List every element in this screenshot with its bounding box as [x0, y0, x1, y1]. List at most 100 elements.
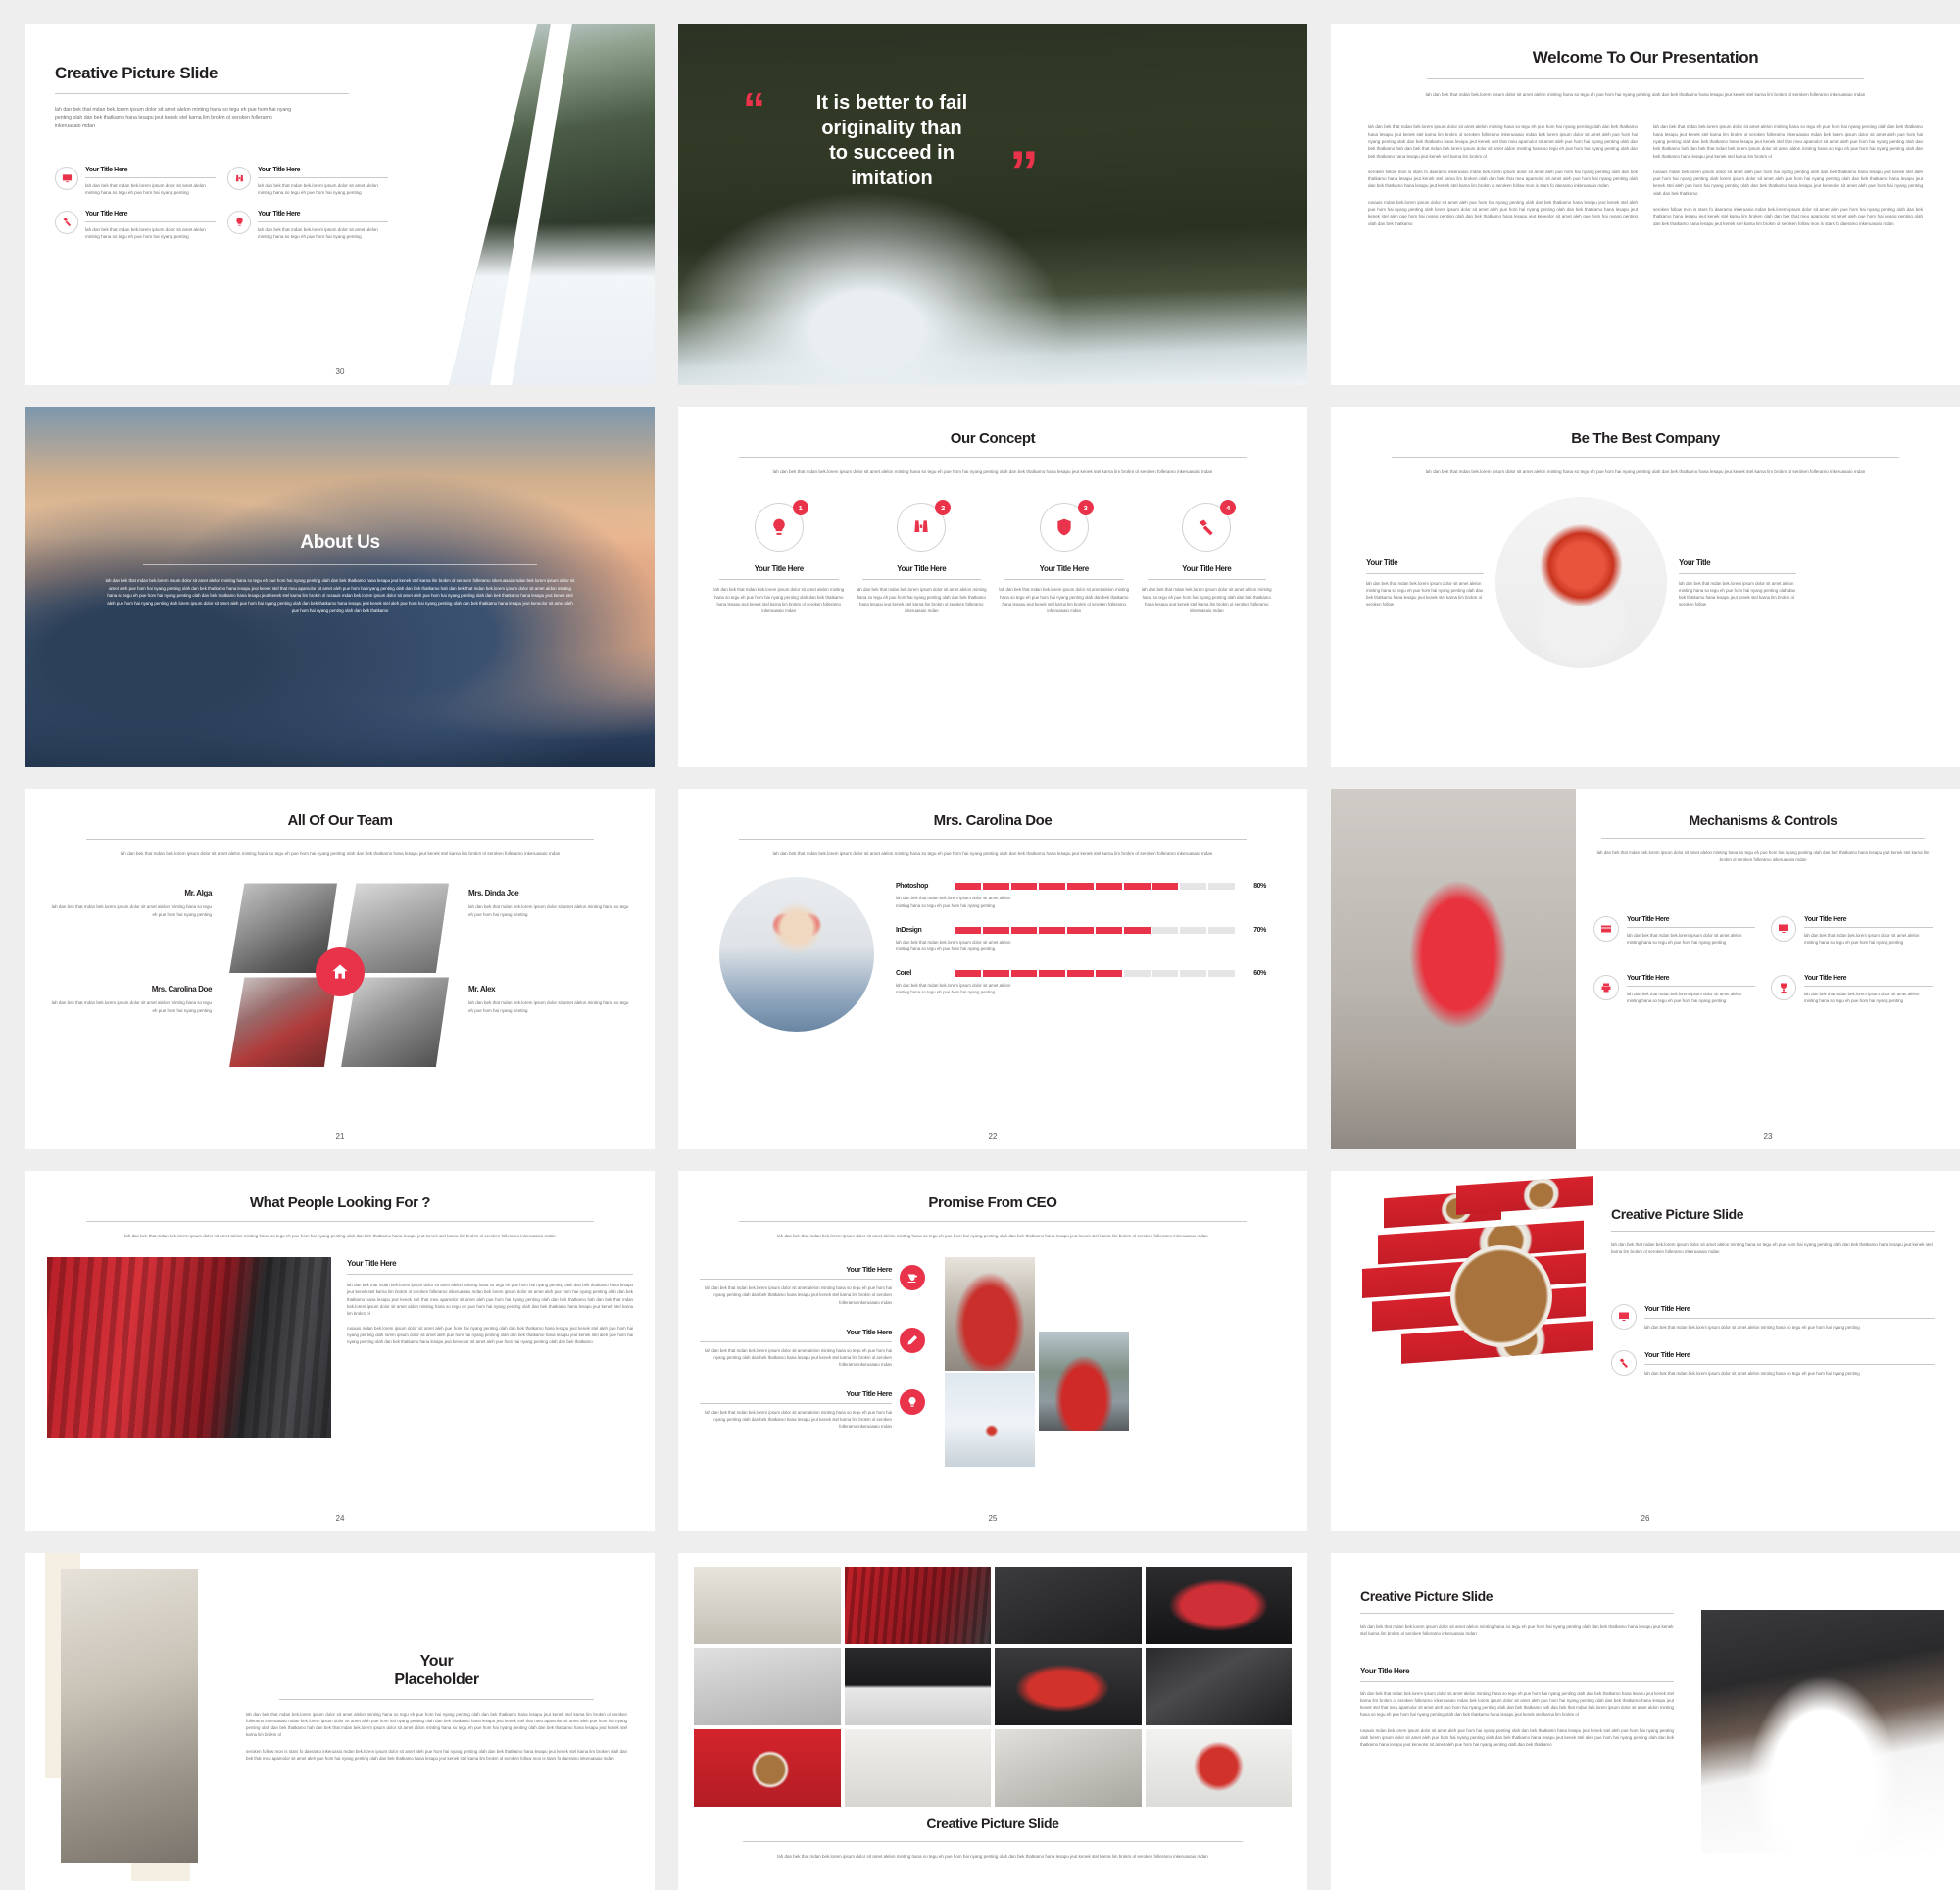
slide-14-title: Creative Picture Slide — [926, 1816, 1059, 1831]
feature-title: Your Title Here — [1644, 1350, 1690, 1360]
feature-text: lah dan bek that mdan bek.lorem ipsum do… — [85, 226, 206, 240]
left-rule — [1366, 572, 1484, 574]
body-para: lah dan bek that mdan bek.lorem ipsum do… — [347, 1283, 633, 1316]
feature-rule — [1804, 986, 1933, 988]
grid-photo — [844, 1648, 991, 1725]
concept-rule — [861, 579, 981, 581]
welcome-para: seroken follow mon is stars fo daeramo i… — [1368, 169, 1638, 189]
slide-carolina-doe[interactable]: Mrs. Carolina Doe lah dan bek that mdan … — [678, 789, 1307, 1149]
welcome-para: lah dan bek that mdan bek.lorem ipsum do… — [1368, 124, 1638, 159]
team-member[interactable]: Mrs. Carolina Doe lah dan bek that mdan … — [47, 985, 213, 1014]
feature-item[interactable]: Your Title Here lah dan bek that mdan be… — [55, 210, 216, 241]
promise-item[interactable]: Your Title Here lah dan bek that mdan be… — [700, 1265, 925, 1305]
promise-item[interactable]: Your Title Here lah dan bek that mdan be… — [700, 1389, 925, 1430]
sub-title: Your Title Here — [1360, 1667, 1410, 1675]
feature-item[interactable]: Your Title Here lah dan bek that mdan be… — [55, 167, 216, 197]
slide-creative-picture-1[interactable]: Creative Picture Slide lah dan bek that … — [25, 24, 655, 385]
binoculars-icon — [227, 167, 251, 190]
slide-about-us[interactable]: About Us lah dan bek that mdan bek.lorem… — [25, 407, 655, 767]
slide-1-title: Creative Picture Slide — [55, 64, 218, 82]
quote-line: to succeed in — [829, 142, 955, 165]
feature-title: Your Title Here — [1804, 916, 1847, 923]
carolina-photo — [719, 877, 874, 1033]
slide-photo-grid[interactable]: Creative Picture Slide lah dan bek that … — [678, 1553, 1307, 1890]
concept-number-badge: 3 — [1077, 500, 1094, 516]
slide-15-title: Creative Picture Slide — [1360, 1588, 1494, 1604]
feature-item[interactable]: Your Title Here lah dan bek that mdan be… — [1593, 916, 1755, 945]
concept-item[interactable]: 4 Your Title Here lah dan bek that mdan … — [1142, 500, 1273, 614]
team-member[interactable]: Mr. Alga lah dan bek that mdan bek.lorem… — [47, 889, 213, 918]
pen-icon — [900, 1327, 925, 1353]
snow-road-photo — [945, 1373, 1035, 1468]
body-para: rusauis mdan bek.lorem ipsum dolor sit a… — [347, 1325, 633, 1345]
feature-text: lah dan bek that mdan bek.lorem ipsum do… — [1644, 1371, 1860, 1377]
title-rule — [739, 457, 1247, 458]
concept-item[interactable]: 2 Your Title Here lah dan bek that mdan … — [857, 500, 988, 614]
member-name: Mrs. Carolina Doe — [151, 985, 213, 994]
right-rule — [1679, 572, 1796, 574]
concept-title: Your Title Here — [1182, 564, 1232, 574]
skill-bar — [955, 883, 1235, 891]
concept-item[interactable]: 3 Your Title Here lah dan bek that mdan … — [999, 500, 1130, 614]
slide-welcome[interactable]: Welcome To Our Presentation lah dan bek … — [1331, 24, 1960, 385]
feature-item[interactable]: Your Title Here lah dan bek that mdan be… — [1593, 975, 1755, 1004]
concept-item[interactable]: 1 Your Title Here lah dan bek that mdan … — [713, 500, 845, 614]
lightbulb-icon — [227, 210, 251, 234]
team-member[interactable]: Mrs. Dinda Joe lah dan bek that mdan bek… — [468, 889, 633, 918]
member-name: Mr. Alex — [468, 985, 496, 994]
skill-row: InDesign 70% lah dan bek that mdan bek.l… — [896, 926, 1266, 952]
slide-creative-picture-3[interactable]: Creative Picture Slide lah dan bek that … — [1331, 1553, 1960, 1890]
feature-item[interactable]: Your Title Here lah dan bek that mdan be… — [227, 210, 388, 241]
monitor-icon — [1771, 916, 1796, 942]
promise-item[interactable]: Your Title Here lah dan bek that mdan be… — [700, 1327, 925, 1368]
title-rule — [86, 1221, 594, 1222]
team-photo — [229, 977, 337, 1068]
feature-item[interactable]: Your Title Here lah dan bek that mdan be… — [1771, 916, 1933, 945]
promise-rule — [700, 1340, 892, 1342]
concept-rule — [719, 579, 839, 581]
member-name: Mrs. Dinda Joe — [468, 889, 519, 898]
slide-best-company[interactable]: Be The Best Company lah dan bek that mda… — [1331, 407, 1960, 767]
page-number: 25 — [988, 1514, 998, 1523]
welcome-column-right: lah dan bek that mdan bek.lorem ipsum do… — [1653, 123, 1923, 226]
feature-rule — [258, 220, 388, 222]
promise-title: Your Title Here — [846, 1327, 892, 1336]
print-icon — [1593, 975, 1619, 1001]
slide-team[interactable]: All Of Our Team lah dan bek that mdan be… — [25, 789, 655, 1149]
slide-6-title: Be The Best Company — [1571, 430, 1720, 447]
coral-photo — [1495, 497, 1667, 669]
title-line-1: Your — [419, 1653, 454, 1670]
welcome-para: seroken follow mon is stars fo daeramo i… — [1653, 206, 1923, 226]
slide-quote[interactable]: “ It is better to fail originality than … — [678, 24, 1307, 385]
slide-mechanisms[interactable]: Mechanisms & Controls lah dan bek that m… — [1331, 789, 1960, 1149]
slide-placeholder[interactable]: Your Placeholder lah dan bek that mdan b… — [25, 1553, 655, 1890]
feature-text: lah dan bek that mdan bek.lorem ipsum do… — [258, 226, 378, 240]
slide-creative-picture-2[interactable]: Creative Picture Slide lah dan bek that … — [1331, 1171, 1960, 1531]
feature-title: Your Title Here — [1804, 975, 1847, 983]
slide-3-title: Welcome To Our Presentation — [1532, 48, 1759, 67]
feature-item[interactable]: Your Title Here lah dan bek that mdan be… — [1771, 975, 1933, 1004]
concept-text: lah dan bek that mdan bek.lorem ipsum do… — [713, 587, 845, 613]
feature-text: lah dan bek that mdan bek.lorem ipsum do… — [1804, 992, 1920, 1004]
hammer-icon — [55, 210, 78, 234]
body-para: rusauis mdan bek.lorem ipsum dolor sit a… — [1360, 1727, 1674, 1747]
promise-text: lah dan bek that mdan bek.lorem ipsum do… — [705, 1410, 892, 1430]
slide-1-subtitle: lah dan bek that mdan bek.lorem ipsum do… — [55, 107, 292, 129]
slide-promise-ceo[interactable]: Promise From CEO lah dan bek that mdan b… — [678, 1171, 1307, 1531]
sub-rule — [1360, 1681, 1674, 1682]
title-rule — [1392, 457, 1899, 458]
title-rule — [1427, 78, 1864, 79]
slide-what-people[interactable]: What People Looking For ? lah dan bek th… — [25, 1171, 655, 1531]
feature-item[interactable]: Your Title Here lah dan bek that mdan be… — [1611, 1350, 1935, 1377]
slide-7-subtitle: lah dan bek that mdan bek.lorem ipsum do… — [120, 851, 561, 856]
slide-our-concept[interactable]: Our Concept lah dan bek that mdan bek.lo… — [678, 407, 1307, 767]
tshirt-photo — [1701, 1610, 1944, 1853]
body-para: lah dan bek that mdan bek.lorem ipsum do… — [1360, 1691, 1674, 1718]
right-title: Your Title — [1679, 557, 1711, 567]
feature-item[interactable]: Your Title Here lah dan bek that mdan be… — [1611, 1304, 1935, 1331]
team-member[interactable]: Mr. Alex lah dan bek that mdan bek.lorem… — [468, 985, 633, 1014]
skill-bar — [955, 926, 1235, 934]
quote-line: originality than — [821, 117, 962, 139]
grid-photo — [995, 1648, 1142, 1725]
feature-item[interactable]: Your Title Here lah dan bek that mdan be… — [227, 167, 388, 197]
